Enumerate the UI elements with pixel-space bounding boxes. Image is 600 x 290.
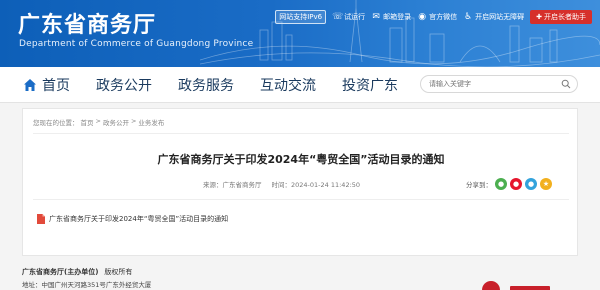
divider [33, 133, 569, 134]
footer-address: 地址：中国广州天河路351号广东外经贸大厦 [22, 281, 152, 289]
nav-item-home[interactable]: 首页 [22, 75, 70, 95]
accessibility-icon: ♿ [464, 12, 473, 22]
attachment-label: 广东省商务厅关于印发2024年“粤贸全国”活动目录的通知 [49, 215, 229, 223]
wechat-icon: ◉ [418, 12, 427, 22]
breadcrumb-separator: > [130, 117, 137, 125]
article-time: 时间：2024-01-24 11:42:50 [271, 181, 361, 189]
home-icon [24, 79, 36, 91]
footer-org-line: 广东省商务厅(主办单位) 版权所有 [22, 267, 132, 277]
gov-identity-logo[interactable] [510, 286, 550, 290]
breadcrumb-prefix: 您现在的位置： [33, 119, 79, 127]
qzone-share-icon[interactable]: ● [525, 178, 537, 190]
article-source: 来源：广东省商务厅 [203, 181, 262, 189]
site-header: 广东省商务厅 Department of Commerce of Guangdo… [0, 0, 600, 67]
nav-item-interaction[interactable]: 互动交流 [260, 75, 316, 95]
search-icon[interactable] [561, 79, 571, 89]
article-meta: 来源：广东省商务厅 时间：2024-01-24 11:42:50 [203, 179, 360, 189]
weibo-share-icon[interactable]: ● [510, 178, 522, 190]
site-subtitle: Department of Commerce of Guangdong Prov… [19, 39, 254, 49]
article-title: 广东省商务厅关于印发2024年“粤贸全国”活动目录的通知 [157, 153, 445, 166]
breadcrumb-business[interactable]: 业务发布 [138, 117, 164, 127]
breadcrumb-separator: > [95, 117, 101, 125]
trial-run-link[interactable]: ☏ 试运行 [332, 12, 365, 22]
nav-item-invest[interactable]: 投资广东 [342, 75, 398, 95]
pdf-icon [37, 214, 45, 224]
site-title[interactable]: 广东省商务厅 [18, 7, 156, 39]
ipv6-badge: 网站支持IPv6 [275, 10, 327, 24]
article-card: 您现在的位置： 首页 > 政务公开 > 业务发布 广东省商务厅关于印发2024年… [22, 108, 578, 256]
topbar-label: 开启网站无障碍 [475, 13, 525, 21]
wechat-share-icon[interactable]: ● [495, 178, 507, 190]
mail-login-link[interactable]: ✉ 邮箱登录 [371, 12, 411, 22]
mail-icon: ✉ [372, 12, 380, 22]
footer-rights: 版权所有 [104, 268, 133, 276]
accessibility-link[interactable]: ♿ 开启网站无障碍 [463, 12, 524, 22]
elder-button-label: 开启长者助手 [544, 13, 586, 21]
nav-label: 首页 [42, 78, 70, 94]
topbar-label: 试运行 [344, 13, 366, 21]
topbar-label: 官方微信 [429, 13, 458, 21]
breadcrumb-gov-affairs[interactable]: 政务公开 [103, 117, 129, 127]
wechat-link[interactable]: ◉ 官方微信 [417, 12, 457, 22]
breadcrumb-home[interactable]: 首页 [81, 117, 94, 127]
nav-item-gov-affairs[interactable]: 政务公开 [96, 75, 152, 95]
nav-item-gov-services[interactable]: 政务服务 [178, 75, 234, 95]
phone-icon: ☏ [332, 12, 344, 22]
elder-assistant-button[interactable]: ✚ 开启长者助手 [530, 10, 592, 24]
share-label: 分享到： [466, 181, 492, 189]
footer-org: 广东省商务厅(主办单位) [22, 268, 99, 276]
divider [33, 199, 569, 200]
share-bar: 分享到： ● ● ● ★ [466, 178, 552, 190]
search-box [420, 75, 578, 93]
attachment-link[interactable]: 广东省商务厅关于印发2024年“粤贸全国”活动目录的通知 [37, 214, 228, 224]
star-share-icon[interactable]: ★ [540, 178, 552, 190]
breadcrumb: 您现在的位置： 首页 > 政务公开 > 业务发布 [33, 117, 164, 127]
top-utility-bar: 网站支持IPv6 ☏ 试运行 ✉ 邮箱登录 ◉ 官方微信 ♿ 开启网站无障碍 ✚… [275, 10, 592, 24]
search-input[interactable] [429, 80, 559, 88]
elder-icon: ✚ [536, 13, 542, 21]
topbar-label: 邮箱登录 [383, 13, 412, 21]
